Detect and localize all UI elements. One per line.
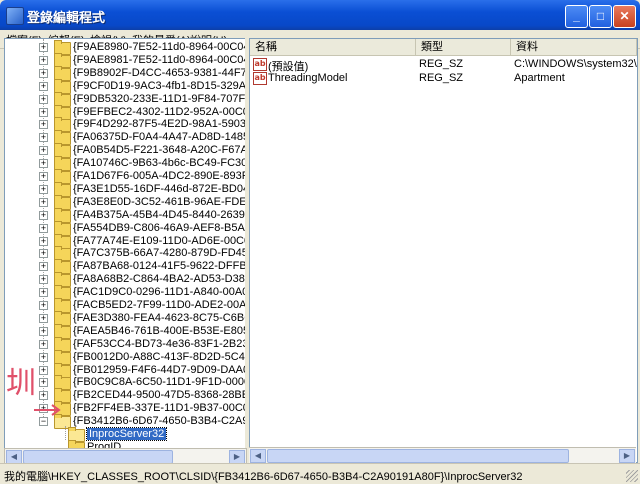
tree-item-label: {FAEA5B46-761B-400E-B53E-E805A97A <box>73 324 246 337</box>
expand-icon[interactable]: + <box>39 339 48 349</box>
title-bar[interactable]: 登錄編輯程式 _ □ ✕ <box>0 0 640 30</box>
value-data: C:\WINDOWS\system32\xavsim <box>514 58 637 70</box>
tree-item-label: {FAF53CC4-BD73-4e36-83F1-2B23F46E5 <box>73 337 247 350</box>
tree-item-label: {FA4B375A-45B4-4D45-8440-263957B11 <box>73 208 246 221</box>
tree-item-label: {F9DB5320-233E-11D1-9F84-707F02C10 <box>73 92 246 105</box>
tree-item-label: {F9B8902F-D4CC-4653-9381-44F7BFF3B <box>73 66 247 79</box>
resize-grip-icon[interactable] <box>626 470 638 482</box>
expand-icon[interactable]: + <box>39 81 48 91</box>
expand-icon[interactable]: + <box>39 352 48 362</box>
expand-icon[interactable]: + <box>39 43 48 52</box>
tree-item-label: {F9AE8980-7E52-11d0-8964-00C04FD611 <box>73 41 247 53</box>
string-value-icon: ab <box>253 72 267 85</box>
list-horizontal-scrollbar[interactable]: ◀ ▶ <box>249 447 636 463</box>
tree-item-label: {FA1D67F6-005A-4DC2-890E-893F8D35D <box>73 170 247 182</box>
expand-icon[interactable]: + <box>39 94 48 104</box>
expand-icon[interactable]: + <box>39 159 48 169</box>
scroll-right-arrow-icon[interactable]: ▶ <box>229 450 245 464</box>
scroll-thumb[interactable] <box>23 450 173 464</box>
tree-item-label: {FA0B54D5-F221-3648-A20C-F67A96F4A <box>73 144 247 157</box>
status-bar: 我的電腦\HKEY_CLASSES_ROOT\CLSID\{FB3412B6-6… <box>0 463 640 484</box>
value-type: REG_SZ <box>419 58 464 70</box>
tree-item-label: {FB2CED44-9500-47D5-8368-28BE24AD <box>73 389 246 402</box>
expand-icon[interactable]: + <box>39 313 48 323</box>
scroll-left-arrow-icon[interactable]: ◀ <box>250 449 266 463</box>
tree-item-label: {F9F4D292-87F5-4E2D-98A1-5903919324 <box>73 118 247 131</box>
tree-item-label: {FA3E8E0D-3C52-461B-96AE-FDEE2583 <box>73 195 247 208</box>
column-header-name[interactable]: 名稱 <box>250 39 416 56</box>
tree-item-label: {FA7C375B-66A7-4280-879D-FD459C84E <box>73 247 247 260</box>
tree-item-label: {FA77A74E-E109-11D0-AD6E-00C04FD8 <box>73 234 246 247</box>
tree-item-label: {FA10746C-9B63-4b6c-BC49-FC300EA5F <box>73 157 247 170</box>
value-list[interactable]: 名稱 類型 資料 ab (預設值) REG_SZ C:\WINDOWS\syst… <box>249 38 638 463</box>
minimize-button[interactable]: _ <box>565 5 588 28</box>
expand-icon[interactable]: + <box>39 172 48 181</box>
close-button[interactable]: ✕ <box>613 5 636 28</box>
tree-item-label: {FA554DB9-C806-46A9-AEF8-B5AF891A <box>73 221 246 234</box>
tree-connector-line <box>65 426 66 440</box>
value-row[interactable]: ab ThreadingModel REG_SZ Apartment <box>250 71 637 85</box>
scroll-thumb[interactable] <box>267 449 569 463</box>
expand-icon[interactable]: + <box>39 236 48 246</box>
value-name: ThreadingModel <box>268 72 348 84</box>
expand-icon[interactable]: + <box>39 133 48 143</box>
expand-icon[interactable]: + <box>39 197 48 207</box>
scroll-right-arrow-icon[interactable]: ▶ <box>619 449 635 463</box>
expand-icon[interactable]: + <box>39 68 48 78</box>
expand-icon[interactable]: + <box>39 262 48 272</box>
tree-item-label: {FAE3D380-FEA4-4623-8C75-C6B61110E <box>73 311 246 324</box>
expand-icon[interactable]: + <box>39 55 48 65</box>
tree-item-label: {F9CF0D19-9AC3-4fb1-8D15-329A7A200 <box>73 79 247 92</box>
tree-item-label: {FA3E1D55-16DF-446d-872E-BD04D4F39 <box>73 182 247 195</box>
value-row[interactable]: ab (預設值) REG_SZ C:\WINDOWS\system32\xavs… <box>250 57 637 73</box>
column-header-data[interactable]: 資料 <box>511 39 637 56</box>
tree-item-label: {FACB5ED2-7F99-11D0-ADE2-00A0C90F <box>73 299 247 311</box>
tree-item-label: {FB3412B6-6D67-4650-B3B4-C2A90191A <box>73 415 247 428</box>
expand-icon[interactable]: + <box>39 288 48 298</box>
status-path: 我的電腦\HKEY_CLASSES_ROOT\CLSID\{FB3412B6-6… <box>4 471 523 483</box>
tree-item-label: InprocServer32 <box>85 427 168 441</box>
expand-icon[interactable]: + <box>39 301 48 310</box>
regedit-app-icon <box>6 7 24 25</box>
expand-icon[interactable]: + <box>39 326 48 336</box>
tree-item-label: {F9EFBEC2-4302-11D2-952A-00C04FA34 <box>73 105 247 118</box>
window-title: 登錄編輯程式 <box>27 10 106 25</box>
value-type: REG_SZ <box>419 72 464 84</box>
expand-icon[interactable]: + <box>39 184 48 194</box>
expand-icon[interactable]: + <box>39 146 48 156</box>
tree-horizontal-scrollbar[interactable]: ◀ ▶ <box>4 448 247 464</box>
collapse-icon[interactable]: − <box>39 417 48 427</box>
expand-icon[interactable]: + <box>39 223 48 233</box>
annotation-arrow-icon <box>34 404 61 416</box>
tree-item-label: {FAC1D9C0-0296-11D1-A840-00A0C92C <box>73 286 246 299</box>
expand-icon[interactable]: + <box>39 107 48 117</box>
column-header-type[interactable]: 類型 <box>416 39 511 56</box>
scroll-left-arrow-icon[interactable]: ◀ <box>6 450 22 464</box>
tree-item-label: {F9AE8981-7E52-11d0-8964-00C04FD611 <box>73 53 247 66</box>
tree-item-label: {FA8A68B2-C864-4BA2-AD53-D3876A87 <box>73 273 246 286</box>
tree-item-label: {FA87BA68-0124-41F5-9622-DFFB46456 <box>73 260 247 273</box>
expand-icon[interactable]: + <box>39 210 48 220</box>
maximize-button[interactable]: □ <box>589 5 612 28</box>
expand-icon[interactable]: + <box>39 249 48 259</box>
value-data: Apartment <box>514 72 565 84</box>
tree-item-label: {FB0C9C8A-6C50-11D1-9F1D-0000F8757 <box>73 376 246 389</box>
tree-item-label: {FB2FF4EB-337E-11D1-9B37-00C04FB95 <box>73 402 247 415</box>
tree-item-label: {FA06375D-F0A4-4A47-AD8D-148595F1E <box>73 131 247 144</box>
tree-item-label: {FB012959-F4F6-44D7-9D09-DAA087A9E <box>73 363 247 376</box>
tree-item-label: {FB0012D0-A88C-413F-8D2D-5C4F0DEA <box>73 350 246 363</box>
string-value-icon: ab <box>253 58 267 71</box>
expand-icon[interactable]: + <box>39 120 48 130</box>
expand-icon[interactable]: + <box>39 275 48 285</box>
